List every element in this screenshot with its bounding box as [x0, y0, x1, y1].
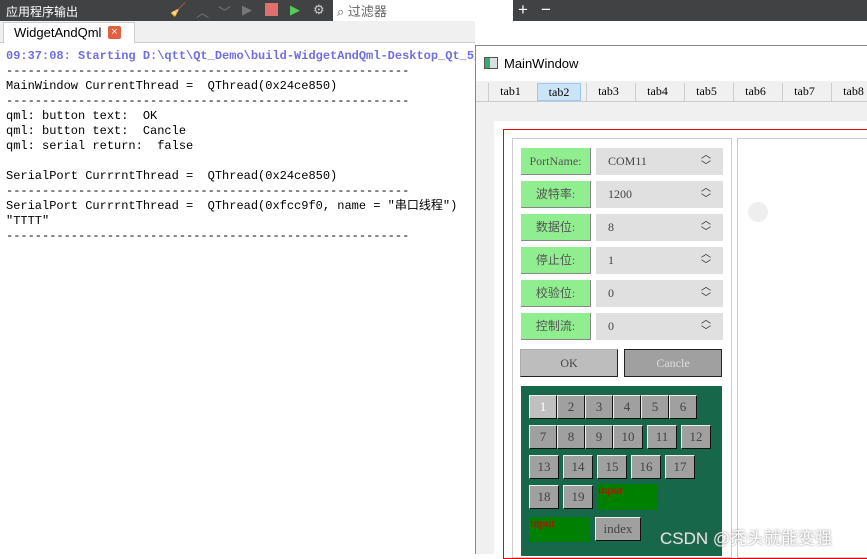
number-button-1[interactable]: 1	[529, 395, 557, 419]
number-button-2[interactable]: 2	[557, 395, 585, 419]
tab-tab7[interactable]: tab7	[782, 83, 826, 101]
window-title-bar: MainWindow	[476, 46, 867, 81]
main-window: MainWindow tab1 tab2 tab3 tab4 tab5 tab6 tab7 t…	[475, 45, 867, 559]
console-line: qml: button text: OK	[6, 109, 158, 123]
tab-tab6[interactable]: tab6	[733, 83, 777, 101]
number-button-4[interactable]: 4	[613, 395, 641, 419]
debug-run-icon[interactable]: ▶	[290, 2, 300, 18]
number-button-8[interactable]: 8	[557, 425, 585, 449]
console-line: ----------------------------------------…	[6, 184, 410, 198]
up-down-chevron-icon[interactable]: ︿ ﹀	[701, 249, 711, 271]
console-line: qml: serial return: false	[6, 139, 194, 153]
up-down-chevron-icon[interactable]: ︿ ﹀	[701, 183, 711, 205]
add-icon[interactable]: +	[518, 0, 528, 20]
ok-button[interactable]: OK	[520, 349, 618, 377]
number-button-9[interactable]: 9	[585, 425, 613, 449]
output-pane-toolbar: 应用程序输出 🧹 ︿ ﹀ ▶ ▶ ⚙ ⌕ 过滤器 + −	[0, 0, 867, 21]
field-spinbox[interactable]: 1200 ︿ ﹀	[596, 181, 723, 208]
tab-tab5[interactable]: tab5	[684, 83, 728, 101]
console-line: ----------------------------------------…	[6, 64, 410, 78]
console-output: 09:37:08: Starting D:\qtt\Qt_Demo\build-…	[6, 49, 488, 244]
tab-tab3[interactable]: tab3	[586, 83, 630, 101]
gear-icon[interactable]: ⚙	[313, 2, 325, 18]
console-line: SerialPort CurrrntThread = QThread(0x24c…	[6, 169, 338, 183]
number-button-15[interactable]: 15	[597, 455, 627, 479]
number-button-14[interactable]: 14	[563, 455, 593, 479]
field-spinbox[interactable]: 1 ︿ ﹀	[596, 247, 723, 274]
field-value: 1	[608, 253, 614, 267]
field-value: 0	[608, 319, 614, 333]
tab-tab1[interactable]: tab1	[488, 83, 532, 101]
right-box	[737, 138, 867, 558]
tab-tab2[interactable]: tab2	[537, 83, 581, 101]
console-line: ----------------------------------------…	[6, 94, 410, 108]
tab-tab4[interactable]: tab4	[635, 83, 679, 101]
field-value: COM11	[608, 154, 647, 168]
input-field[interactable]: input	[530, 517, 590, 542]
watermark: CSDN @秃头就能变强	[660, 529, 833, 548]
tab-bar: tab1 tab2 tab3 tab4 tab5 tab6 tab7 tab8	[476, 81, 867, 102]
number-button-5[interactable]: 5	[641, 395, 669, 419]
field-spinbox[interactable]: 8 ︿ ﹀	[596, 214, 723, 241]
number-button-10[interactable]: 10	[613, 425, 643, 449]
number-button-17[interactable]: 17	[665, 455, 695, 479]
circle-indicator	[748, 202, 768, 222]
chevron-down-icon[interactable]: ﹀	[218, 2, 231, 21]
number-button-3[interactable]: 3	[585, 395, 613, 419]
console-line: SerialPort CurrrntThread = QThread(0xfcc…	[6, 199, 458, 213]
field-label: 数据位:	[521, 214, 591, 241]
up-down-chevron-icon[interactable]: ︿ ﹀	[701, 315, 711, 337]
number-button-7[interactable]: 7	[529, 425, 557, 449]
field-value: 8	[608, 220, 614, 234]
console-line: "TTTT"	[6, 214, 50, 228]
field-label: PortName:	[521, 148, 591, 175]
number-button-11[interactable]: 11	[647, 425, 677, 449]
field-spinbox[interactable]: 0 ︿ ﹀	[596, 280, 723, 307]
up-down-chevron-icon[interactable]: ︿ ﹀	[701, 216, 711, 238]
console-line: qml: button text: Cancle	[6, 124, 187, 138]
close-icon[interactable]: ×	[108, 26, 121, 39]
number-button-16[interactable]: 16	[631, 455, 661, 479]
field-spinbox[interactable]: COM11 ︿ ﹀	[596, 148, 723, 175]
field-label: 控制流:	[521, 313, 591, 340]
console-line: MainWindow CurrentThread = QThread(0x24c…	[6, 79, 338, 93]
index-button[interactable]: index	[595, 517, 641, 541]
field-spinbox[interactable]: 0 ︿ ﹀	[596, 313, 723, 340]
field-label: 校验位:	[521, 280, 591, 307]
console-line: 09:37:08: Starting D:\qtt\Qt_Demo\build-…	[6, 49, 489, 63]
number-button-13[interactable]: 13	[529, 455, 559, 479]
console-line: ----------------------------------------…	[6, 229, 410, 243]
up-down-chevron-icon[interactable]: ︿ ﹀	[701, 150, 711, 172]
chevron-up-icon[interactable]: ︿	[196, 2, 209, 21]
field-value: 1200	[608, 187, 632, 201]
cancel-button[interactable]: Cancle	[624, 349, 722, 377]
window-icon	[484, 57, 498, 69]
number-button-6[interactable]: 6	[669, 395, 697, 419]
field-value: 0	[608, 286, 614, 300]
input-field[interactable]: input	[598, 484, 658, 510]
up-down-chevron-icon[interactable]: ︿ ﹀	[701, 282, 711, 304]
filter-input[interactable]: ⌕ 过滤器	[333, 0, 513, 21]
run-icon[interactable]: ▶	[242, 2, 252, 18]
number-button-18[interactable]: 18	[529, 485, 559, 509]
clear-icon[interactable]: 🧹	[170, 2, 186, 18]
stop-icon[interactable]	[265, 3, 278, 16]
search-icon: ⌕	[337, 4, 348, 19]
tab-tab8[interactable]: tab8	[831, 83, 867, 101]
number-button-12[interactable]: 12	[681, 425, 711, 449]
minimize-icon[interactable]: −	[541, 0, 551, 20]
field-label: 波特率:	[521, 181, 591, 208]
number-button-19[interactable]: 19	[563, 485, 593, 509]
output-pane-title: 应用程序输出	[6, 5, 79, 19]
field-label: 停止位:	[521, 247, 591, 274]
